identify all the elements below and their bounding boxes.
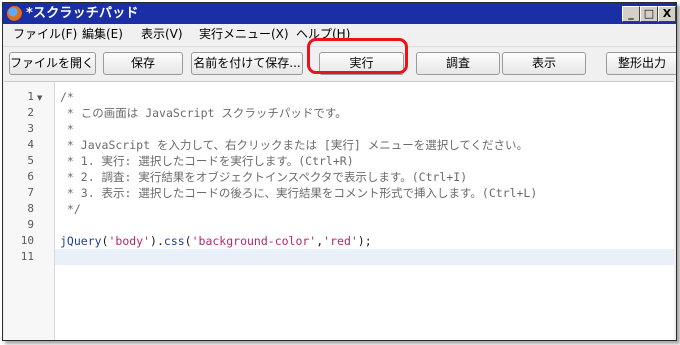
current-line-highlight xyxy=(55,249,674,265)
code-comment-line: /* xyxy=(60,90,74,104)
code-statement-line: jQuery('body').css('background-color','r… xyxy=(60,233,372,249)
line-number: 7 xyxy=(27,186,34,199)
open-file-button[interactable]: ファイルを開く... xyxy=(9,52,96,75)
code-punctuation-token: ). xyxy=(150,234,164,248)
menu-execute[interactable]: 実行メニュー(X) xyxy=(199,27,289,42)
code-comment-line: */ xyxy=(60,202,81,216)
menu-edit[interactable]: 編集(E) xyxy=(82,27,123,42)
line-number-gutter: 1 ▼ 2 3 4 5 6 7 8 9 10 11 xyxy=(4,82,55,340)
code-punctuation-token: ( xyxy=(184,234,192,248)
line-number: 3 xyxy=(27,122,34,135)
code-string-token: 'body' xyxy=(108,234,151,248)
fold-arrow-icon[interactable]: ▼ xyxy=(37,90,42,106)
close-button[interactable]: X xyxy=(658,6,676,22)
code-method-token: css xyxy=(163,234,185,248)
code-punctuation-token: ); xyxy=(357,234,372,248)
code-string-token: 'red' xyxy=(323,234,358,248)
pretty-print-button[interactable]: 整形出力 xyxy=(606,52,676,75)
line-number: 10 xyxy=(20,234,34,247)
menu-file[interactable]: ファイル(F) xyxy=(13,27,77,42)
menu-view[interactable]: 表示(V) xyxy=(141,27,183,42)
display-button[interactable]: 表示 xyxy=(502,52,586,75)
save-button[interactable]: 保存 xyxy=(103,52,183,75)
code-string-token: 'background-color' xyxy=(191,234,317,248)
window-title: *スクラッチパッド xyxy=(26,6,139,21)
line-number: 11 xyxy=(20,250,34,263)
code-function-token: jQuery xyxy=(60,234,102,248)
code-comment-line: * 1. 実行: 選択したコードを実行します。(Ctrl+R) xyxy=(60,154,354,168)
line-number: 9 xyxy=(27,218,34,231)
line-number: 6 xyxy=(27,170,34,183)
line-number: 2 xyxy=(27,106,34,119)
line-number: 8 xyxy=(27,202,34,215)
title-bar[interactable]: *スクラッチパッド _ □ X xyxy=(3,3,676,24)
line-number: 4 xyxy=(27,138,34,151)
code-comment-line: * この画面は JavaScript スクラッチパッドです。 xyxy=(60,106,347,120)
firefox-icon xyxy=(7,6,22,21)
line-number: 1 xyxy=(27,90,34,103)
minimize-button[interactable]: _ xyxy=(622,6,640,22)
code-comment-line: * 2. 調査: 実行結果をオブジェクトインスペクタで表示します。(Ctrl+I… xyxy=(60,170,468,184)
line-number: 5 xyxy=(27,154,34,167)
code-comment-line: * xyxy=(60,122,74,136)
inspect-button[interactable]: 調査 xyxy=(416,52,500,75)
run-button-highlight xyxy=(307,38,408,74)
save-as-button[interactable]: 名前を付けて保存... xyxy=(191,52,303,75)
code-comment-line: * JavaScript を入力して、右クリックまたは [実行] メニューを選択… xyxy=(60,138,529,152)
maximize-button[interactable]: □ xyxy=(640,6,658,22)
code-comment-line: * 3. 表示: 選択したコードの後ろに、実行結果をコメント形式で挿入します。(… xyxy=(60,186,538,200)
code-editor[interactable]: 1 ▼ 2 3 4 5 6 7 8 9 10 11 /* * この画面は Jav… xyxy=(4,81,674,340)
